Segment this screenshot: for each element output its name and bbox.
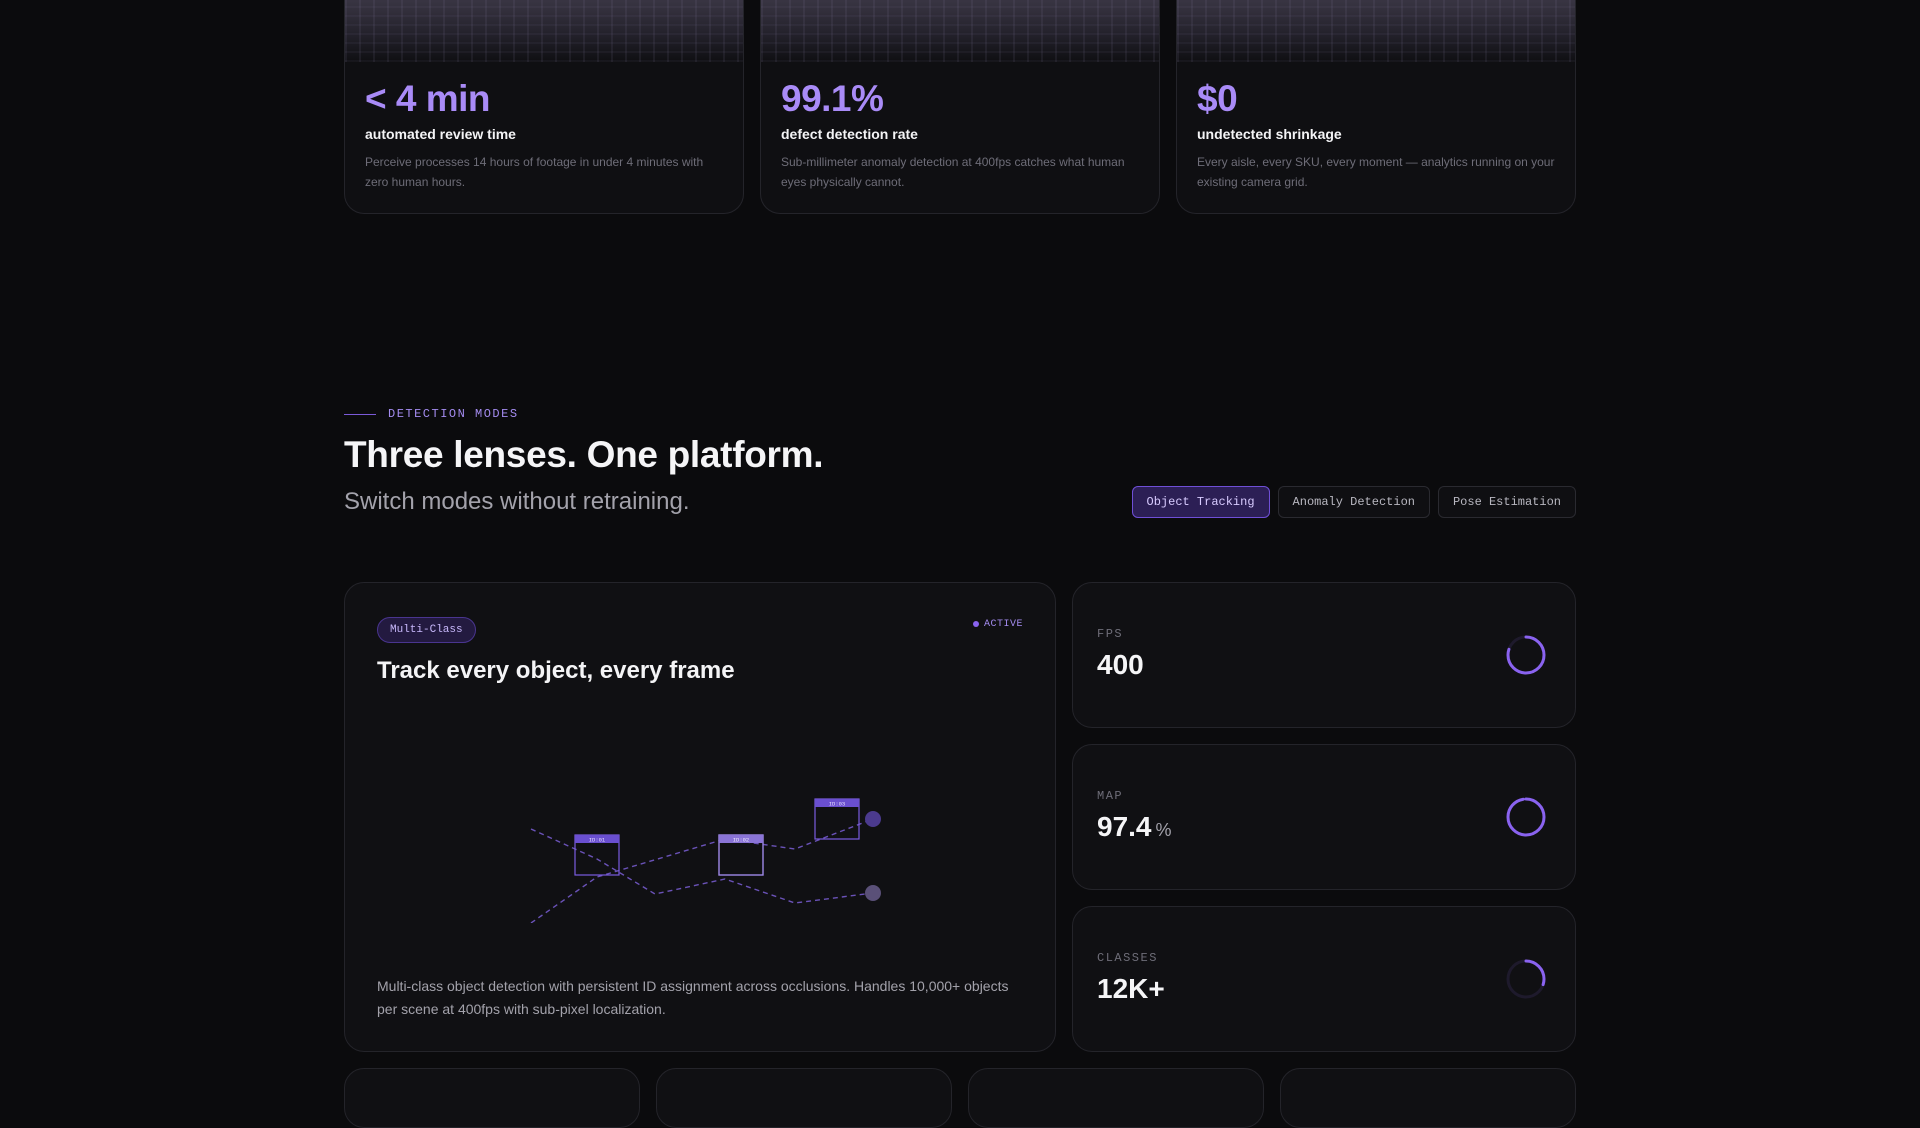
progress-ring: [1506, 635, 1546, 675]
status-dot: [972, 621, 979, 627]
stat-label: automated review time: [365, 126, 516, 142]
tracking-box: ID:02: [718, 834, 764, 876]
progress-ring: [1506, 959, 1546, 999]
stat-value: 99.1%: [781, 78, 884, 119]
metric-card-classes: CLASSES 12K+: [1072, 906, 1576, 1052]
metric-label: FPS: [1097, 627, 1124, 641]
eyebrow-text: DETECTION MODES: [388, 407, 519, 421]
mode-tabs: Object Tracking Anomaly Detection Pose E…: [1131, 486, 1576, 518]
section-subtitle: Switch modes without retraining.: [344, 488, 690, 515]
bottom-card: [344, 1068, 640, 1128]
tracking-box: ID:03: [814, 798, 860, 840]
stat-description: Every aisle, every SKU, every moment — a…: [1197, 155, 1555, 189]
metric-value: 97.4%: [1097, 811, 1172, 842]
bottom-card: [1280, 1068, 1576, 1128]
eyebrow-line: [344, 413, 376, 415]
stat-label: defect detection rate: [781, 126, 918, 142]
stat-image: [345, 0, 743, 62]
track-endpoint: [865, 811, 881, 827]
stat-description: Sub-millimeter anomaly detection at 400f…: [781, 155, 1125, 189]
stat-card-detection-rate: 99.1% defect detection rate Sub-millimet…: [760, 0, 1160, 214]
metric-unit: %: [1155, 820, 1172, 840]
bottom-card: [656, 1068, 952, 1128]
stats-row: < 4 min automated review time Perceive p…: [344, 0, 1576, 214]
stat-image: [761, 0, 1159, 62]
feature-description: Multi-class object detection with persis…: [377, 978, 1009, 1017]
stat-value: $0: [1197, 78, 1238, 119]
stat-image: [1177, 0, 1575, 62]
metric-label: CLASSES: [1097, 951, 1158, 965]
metric-label: MAP: [1097, 789, 1124, 803]
tag-pill: Multi-Class: [377, 617, 476, 643]
track-endpoint: [865, 885, 881, 901]
metric-value: 12K+: [1097, 973, 1165, 1004]
section-eyebrow: DETECTION MODES: [344, 406, 519, 422]
metric-card-map: MAP 97.4%: [1072, 744, 1576, 890]
metric-card-fps: FPS 400: [1072, 582, 1576, 728]
tab-object-tracking[interactable]: Object Tracking: [1131, 486, 1270, 518]
section-title: Three lenses. One platform.: [344, 434, 824, 475]
stat-card-review-time: < 4 min automated review time Perceive p…: [344, 0, 744, 214]
status-text: ACTIVE: [983, 618, 1023, 630]
tracking-visualization: ID:01 ID:02 ID:03: [530, 798, 881, 923]
bottom-card: [968, 1068, 1264, 1128]
box-id-label: ID:03: [829, 801, 846, 808]
status-indicator: ACTIVE: [972, 617, 1023, 631]
progress-ring: [1506, 797, 1546, 837]
feature-title: Track every object, every frame: [377, 657, 735, 684]
stat-description: Perceive processes 14 hours of footage i…: [365, 155, 704, 189]
stat-label: undetected shrinkage: [1197, 126, 1342, 142]
tab-anomaly-detection[interactable]: Anomaly Detection: [1277, 486, 1430, 518]
box-id-label: ID:01: [589, 837, 606, 844]
box-id-label: ID:02: [733, 837, 750, 844]
feature-card: Multi-Class ACTIVE Track every object, e…: [344, 582, 1056, 1052]
metric-value: 400: [1097, 649, 1144, 680]
tab-pose-estimation[interactable]: Pose Estimation: [1437, 486, 1576, 518]
stat-card-shrinkage: $0 undetected shrinkage Every aisle, eve…: [1176, 0, 1576, 214]
stat-value: < 4 min: [365, 78, 491, 119]
